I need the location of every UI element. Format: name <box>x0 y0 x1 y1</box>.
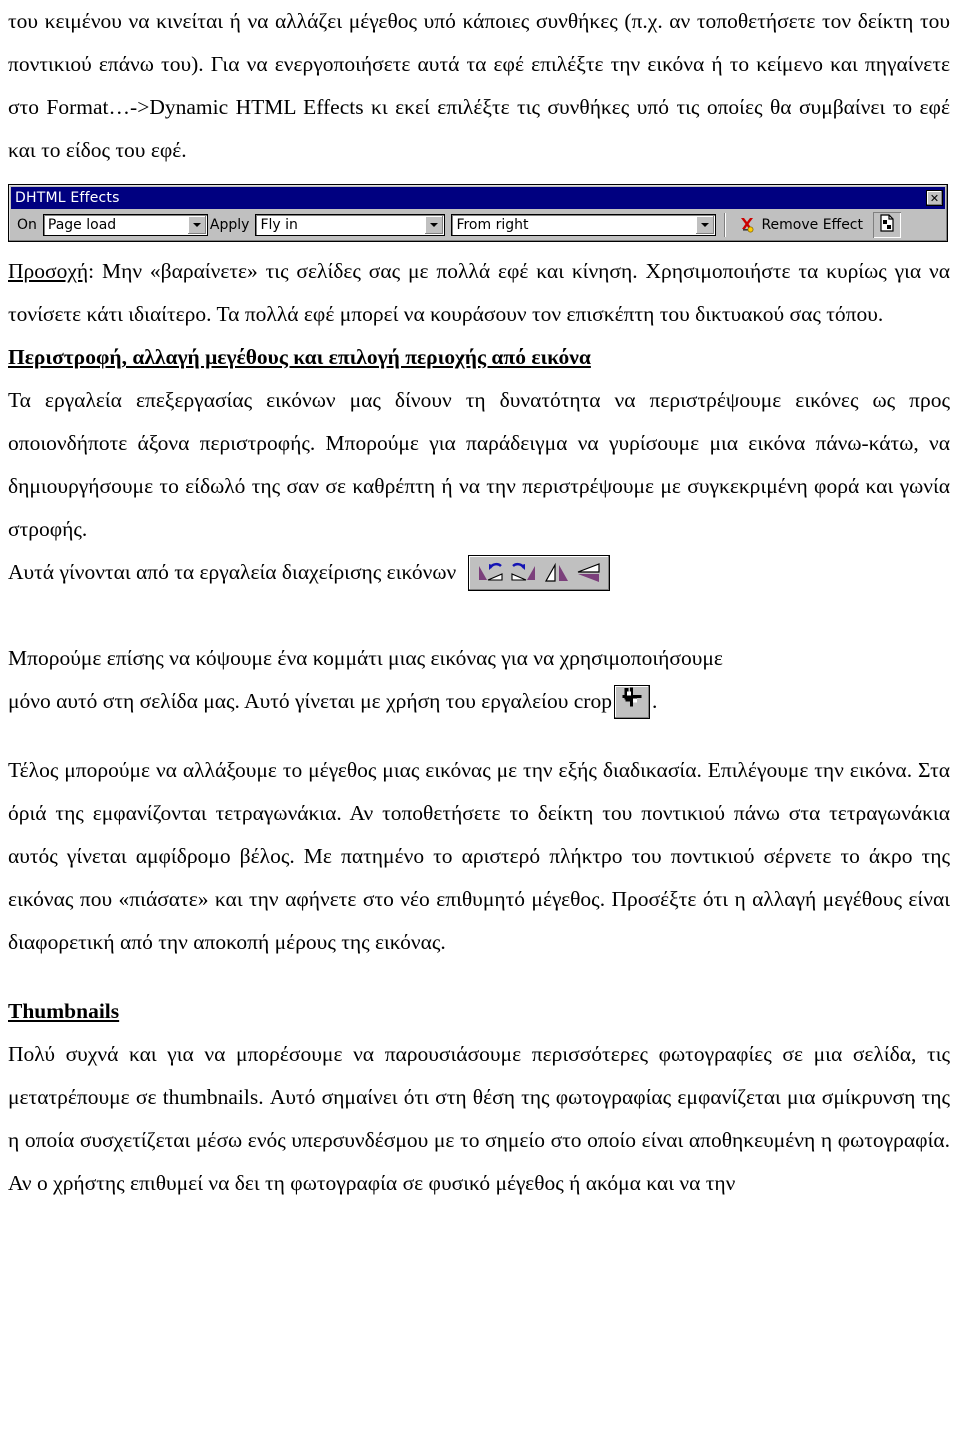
dhtml-effects-toolbar: DHTML Effects ✕ On Page load Apply Fly i… <box>8 184 948 242</box>
image-management-text: Αυτά γίνονται από τα εργαλεία διαχείριση… <box>8 560 457 584</box>
paragraph-resize-procedure: Τέλος μπορούμε να αλλάξουμε το μέγεθος μ… <box>8 758 950 954</box>
highlight-dynamic-html-effects-button[interactable] <box>873 211 901 238</box>
on-event-combobox[interactable]: Page load <box>42 213 208 236</box>
paragraph-thumbnails-explanation: Πολύ συχνά και για να μπορέσουμε να παρο… <box>8 1042 950 1195</box>
crop-icon <box>621 680 643 723</box>
document-page: του κειμένου να κινείται ή να αλλάζει μέ… <box>0 0 960 1448</box>
chevron-down-icon[interactable] <box>696 215 715 234</box>
crop-text-before: μόνο αυτό στη σελίδα μας. Αυτό γίνεται μ… <box>8 689 612 713</box>
flip-vertical-button[interactable] <box>575 560 603 586</box>
close-icon[interactable]: ✕ <box>926 190 943 206</box>
on-label: On <box>17 216 37 233</box>
rotate-right-button[interactable] <box>509 560 539 586</box>
dhtml-effects-titlebar: DHTML Effects ✕ <box>11 187 945 209</box>
paragraph-crop-line2: μόνο αυτό στη σελίδα μας. Αυτό γίνεται μ… <box>8 680 950 723</box>
heading-thumbnails: Thumbnails <box>8 999 120 1023</box>
flip-horizontal-button[interactable] <box>543 560 571 586</box>
dhtml-effects-title: DHTML Effects <box>15 190 120 206</box>
image-tools-toolbar <box>468 554 611 591</box>
apply-effect-combobox[interactable]: Fly in <box>255 213 446 236</box>
crop-text-after: . <box>651 689 658 713</box>
paragraph-rotation-tools: Τα εργαλεία επεξεργασίας εικόνων μας δίν… <box>8 388 950 541</box>
highlight-dynamic-html-effects-icon <box>878 213 896 236</box>
paragraph-warning: Προσοχή: Μην «βαραίνετε» τις σελίδες σας… <box>8 250 950 336</box>
paragraph-dynamic-html-effects-intro: του κειμένου να κινείται ή να αλλάζει μέ… <box>8 9 950 162</box>
crop-button[interactable] <box>613 684 650 719</box>
warning-label: Προσοχή <box>8 259 89 283</box>
apply-effect-value: Fly in <box>260 216 298 233</box>
remove-effect-label: Remove Effect <box>761 216 863 233</box>
dhtml-effects-controls-row: On Page load Apply Fly in From right Rem… <box>9 209 947 241</box>
vertical-spacer <box>8 594 950 637</box>
remove-effect-button[interactable]: Remove Effect <box>734 214 867 236</box>
effect-direction-value: From right <box>456 216 529 233</box>
apply-label: Apply <box>209 216 250 233</box>
vertical-spacer <box>8 964 950 990</box>
toolbar-separator <box>724 212 727 237</box>
on-event-value: Page load <box>47 216 117 233</box>
paragraph-crop-line1: Μπορούμε επίσης να κόψουμε ένα κομμάτι μ… <box>8 646 723 670</box>
warning-text: Μην «βαραίνετε» τις σελίδες σας με πολλά… <box>8 259 950 326</box>
chevron-down-icon[interactable] <box>187 215 206 234</box>
rotate-left-button[interactable] <box>475 560 505 586</box>
effect-direction-combobox[interactable]: From right <box>451 213 717 236</box>
remove-effect-x-icon <box>738 216 756 234</box>
paragraph-image-management-tools: Αυτά γίνονται από τα εργαλεία διαχείριση… <box>8 551 950 594</box>
vertical-spacer <box>8 723 950 749</box>
heading-rotate-resize-crop: Περιστροφή, αλλαγή μεγέθους και επιλογή … <box>8 345 591 369</box>
chevron-down-icon[interactable] <box>425 215 444 234</box>
